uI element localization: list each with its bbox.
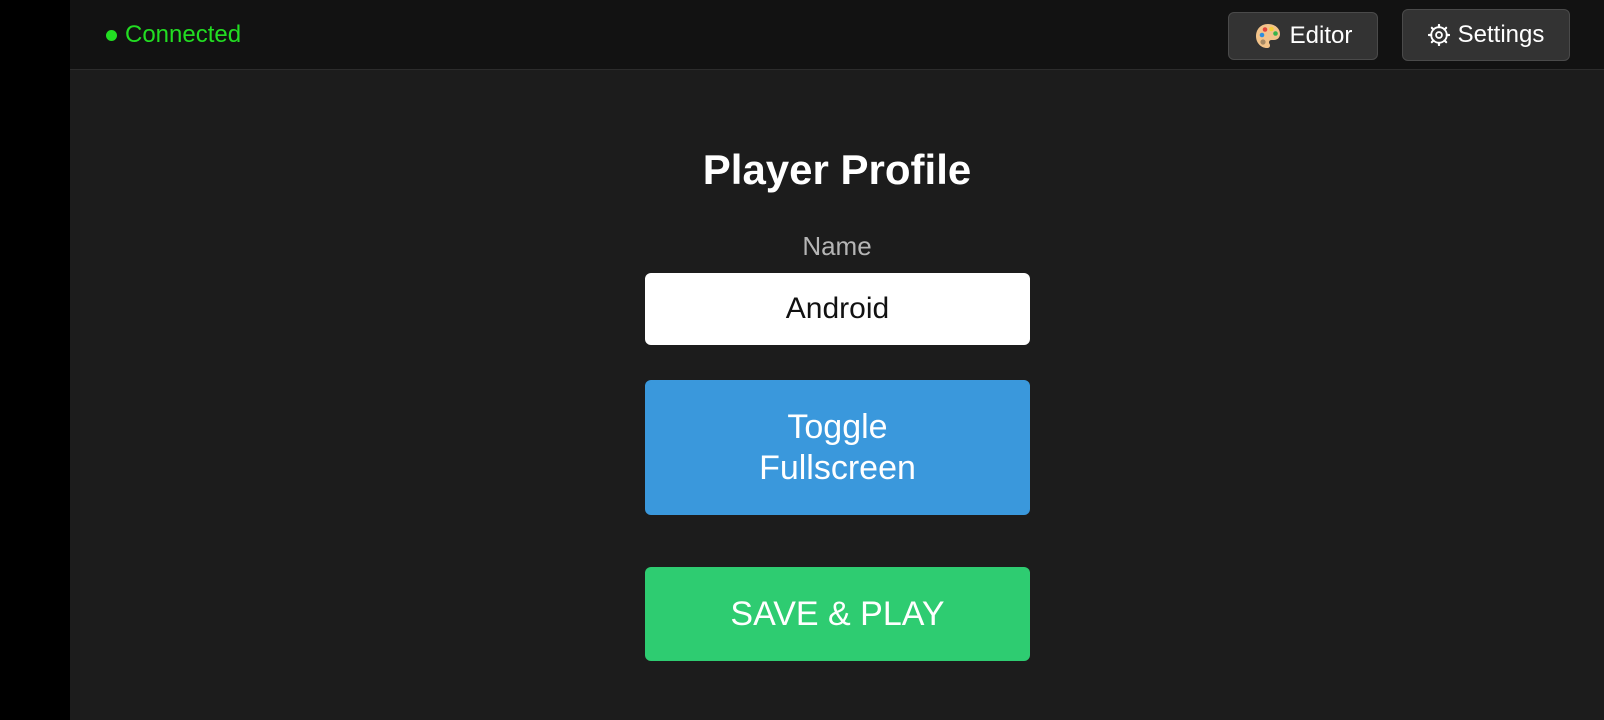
editor-button[interactable]: Editor	[1228, 12, 1378, 60]
connection-status-text: Connected	[125, 21, 242, 48]
name-input[interactable]	[645, 273, 1030, 345]
page-title: Player Profile	[702, 146, 972, 193]
editor-button-label: Editor	[1289, 22, 1353, 49]
palette-icon	[1254, 22, 1282, 50]
left-inset-bar	[0, 0, 70, 720]
connection-status: Connected	[106, 22, 241, 48]
toggle-fullscreen-button[interactable]: Toggle Fullscreen	[645, 380, 1030, 515]
top-bar: Connected Editor Settings	[70, 0, 1604, 70]
save-and-play-button[interactable]: SAVE & PLAY	[645, 567, 1030, 661]
toggle-fullscreen-label: Toggle Fullscreen	[759, 407, 916, 487]
settings-button-label: Settings	[1457, 21, 1545, 48]
name-field-label: Name	[802, 231, 872, 261]
status-dot-icon	[106, 29, 117, 41]
save-and-play-label: SAVE & PLAY	[730, 594, 945, 633]
app-screen: Connected Editor Settings Player Profile…	[70, 0, 1604, 720]
settings-button[interactable]: Settings	[1402, 9, 1570, 61]
gear-icon	[1427, 24, 1450, 46]
